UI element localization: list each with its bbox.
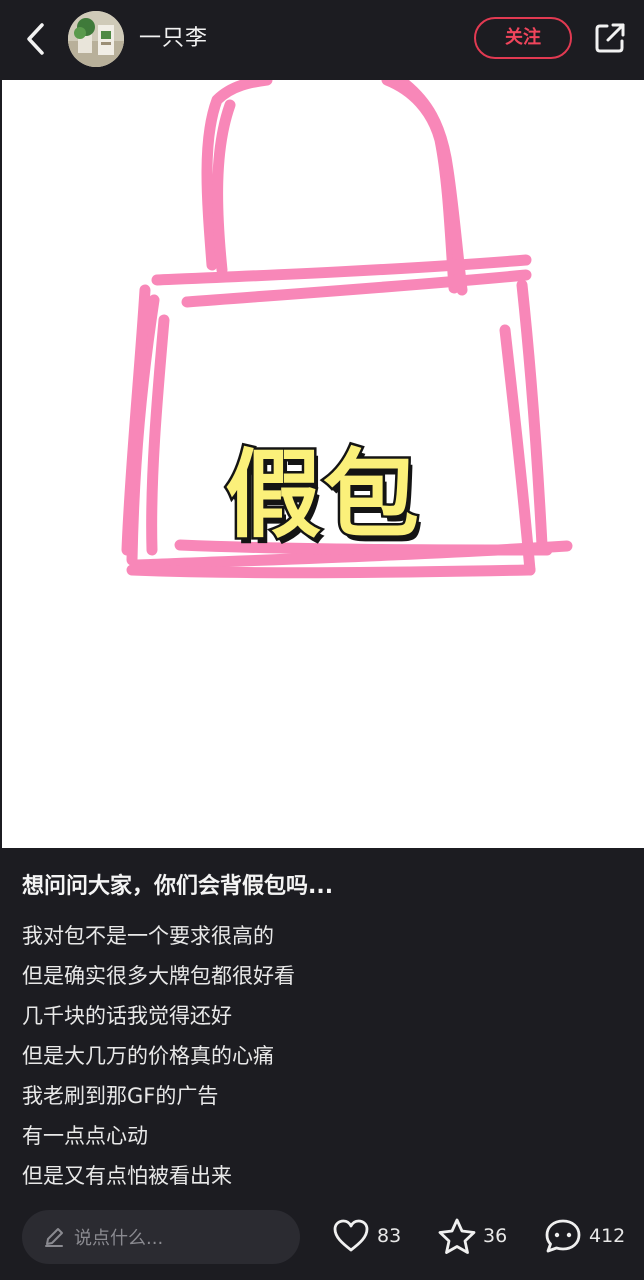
share-button[interactable] <box>590 18 630 58</box>
note-title: 想问问大家，你们会背假包吗... <box>22 874 334 899</box>
bottom-action-bar: 说点什么... 83 36 412 <box>0 1194 644 1280</box>
author-avatar[interactable] <box>68 11 124 67</box>
note-image[interactable]: 假包 <box>2 80 644 848</box>
note-body-line: 但是又有点怕被看出来 <box>22 1164 232 1188</box>
chevron-left-icon <box>27 23 44 55</box>
image-caption: 假包 <box>223 437 422 554</box>
note-body-line: 我老刷到那GF的广告 <box>22 1084 219 1108</box>
top-bar: 一只李 关注 <box>0 0 644 80</box>
note-detail-screen: 一只李 关注 假包 想问问大家，你们会背假包吗... 我对包不是一个要求很高的 … <box>0 0 644 1280</box>
note-body-line: 几千块的话我觉得还好 <box>22 1004 232 1028</box>
back-button[interactable] <box>18 20 54 58</box>
heart-icon <box>331 1216 371 1256</box>
star-icon <box>437 1216 477 1256</box>
note-body-line: 但是确实很多大牌包都很好看 <box>22 964 295 988</box>
like-count: 83 <box>377 1225 402 1247</box>
note-content: 想问问大家，你们会背假包吗... 我对包不是一个要求很高的 但是确实很多大牌包都… <box>0 848 644 1196</box>
pen-icon <box>42 1225 66 1249</box>
comment-input[interactable]: 说点什么... <box>22 1210 300 1264</box>
comment-bubble-icon <box>543 1216 583 1256</box>
comment-button[interactable]: 412 <box>543 1216 625 1256</box>
follow-button[interactable]: 关注 <box>474 17 572 59</box>
comment-placeholder: 说点什么... <box>74 1228 164 1249</box>
note-body-line: 我对包不是一个要求很高的 <box>22 924 274 948</box>
author-name[interactable]: 一只李 <box>139 24 208 54</box>
favorite-button[interactable]: 36 <box>437 1216 507 1256</box>
comment-count: 412 <box>589 1225 626 1247</box>
note-body-line: 有一点点心动 <box>22 1124 148 1148</box>
share-icon <box>595 23 625 53</box>
favorite-count: 36 <box>483 1225 508 1247</box>
like-button[interactable]: 83 <box>331 1216 401 1256</box>
avatar-image <box>68 11 124 67</box>
note-body-line: 但是大几万的价格真的心痛 <box>22 1044 274 1068</box>
